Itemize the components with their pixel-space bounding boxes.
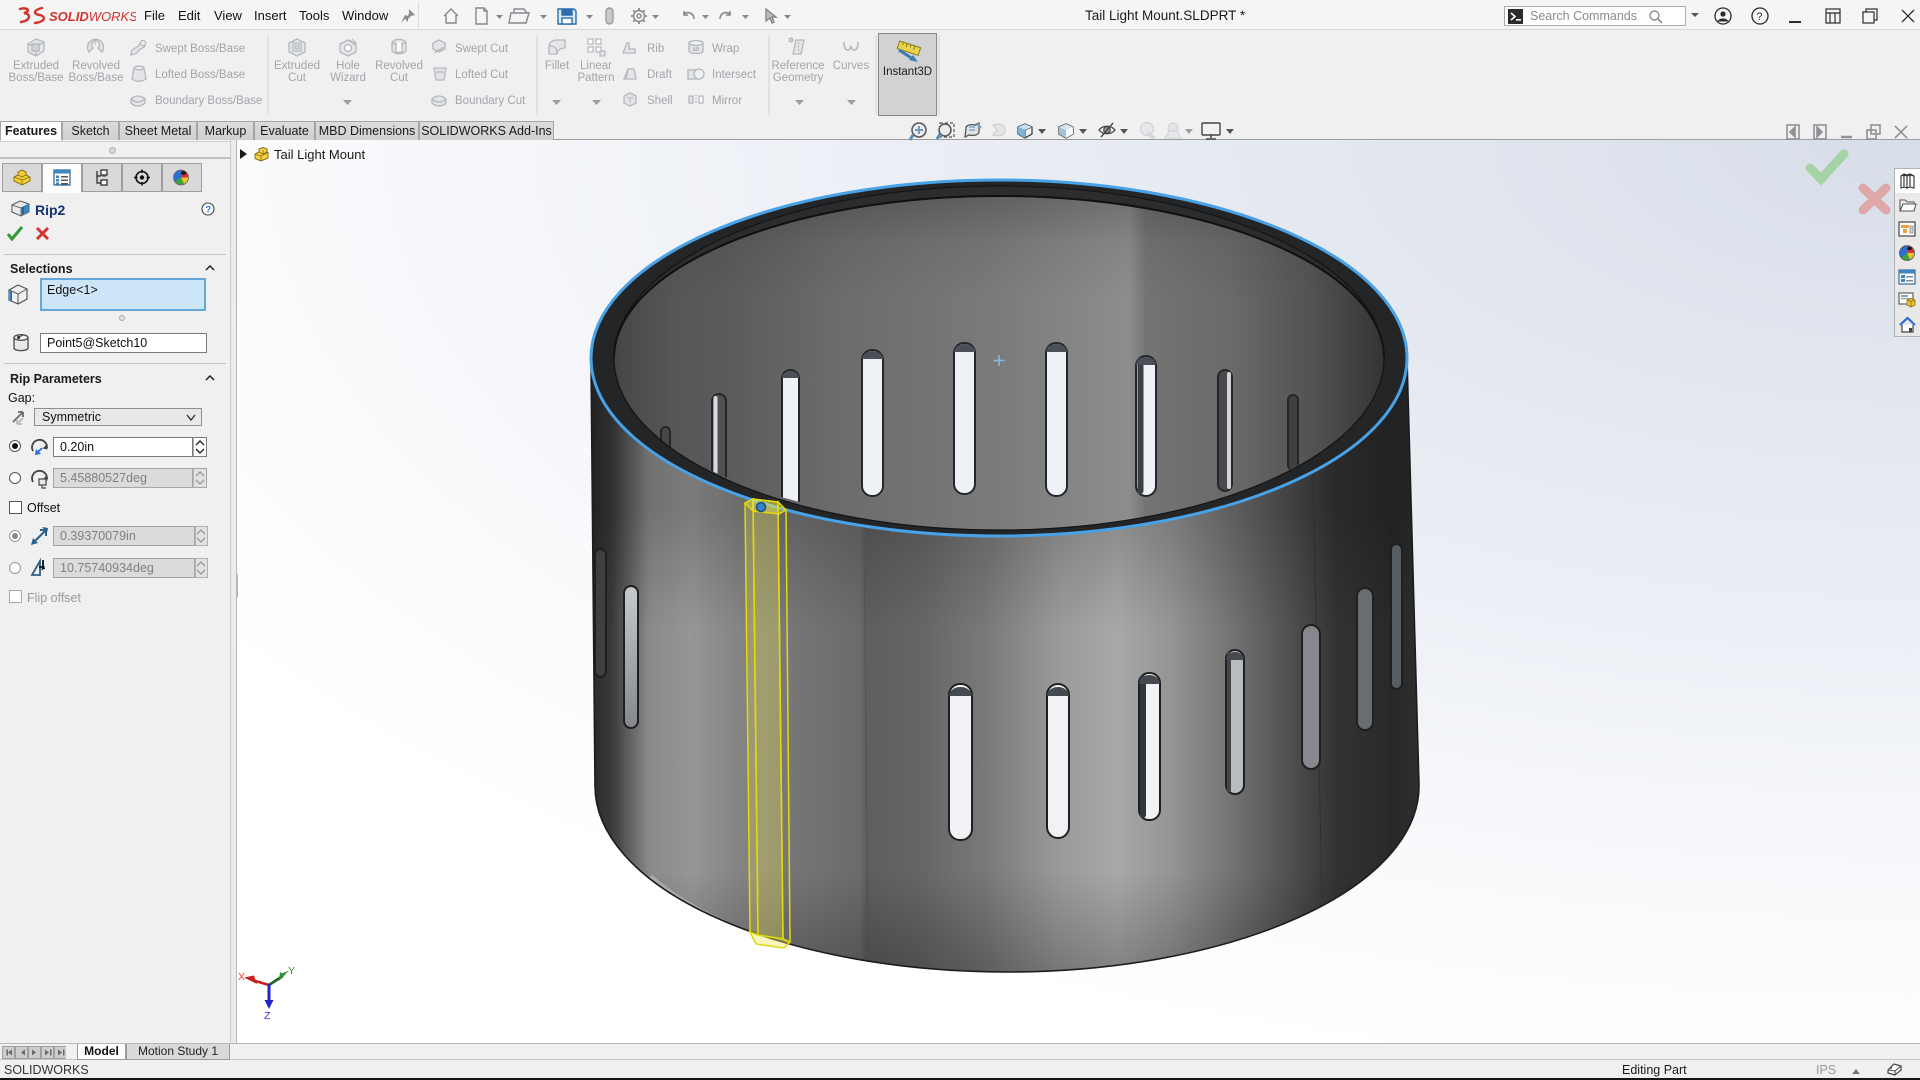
svg-text:Z: Z	[264, 1010, 271, 1022]
svg-text:SOLIDWORKS: SOLIDWORKS	[49, 9, 136, 24]
svg-text:X: X	[238, 971, 245, 983]
svg-text:Y: Y	[288, 965, 295, 977]
svg-text:?: ?	[205, 204, 211, 215]
svg-text:?: ?	[1756, 11, 1762, 23]
svg-text:ab: ab	[693, 47, 700, 53]
